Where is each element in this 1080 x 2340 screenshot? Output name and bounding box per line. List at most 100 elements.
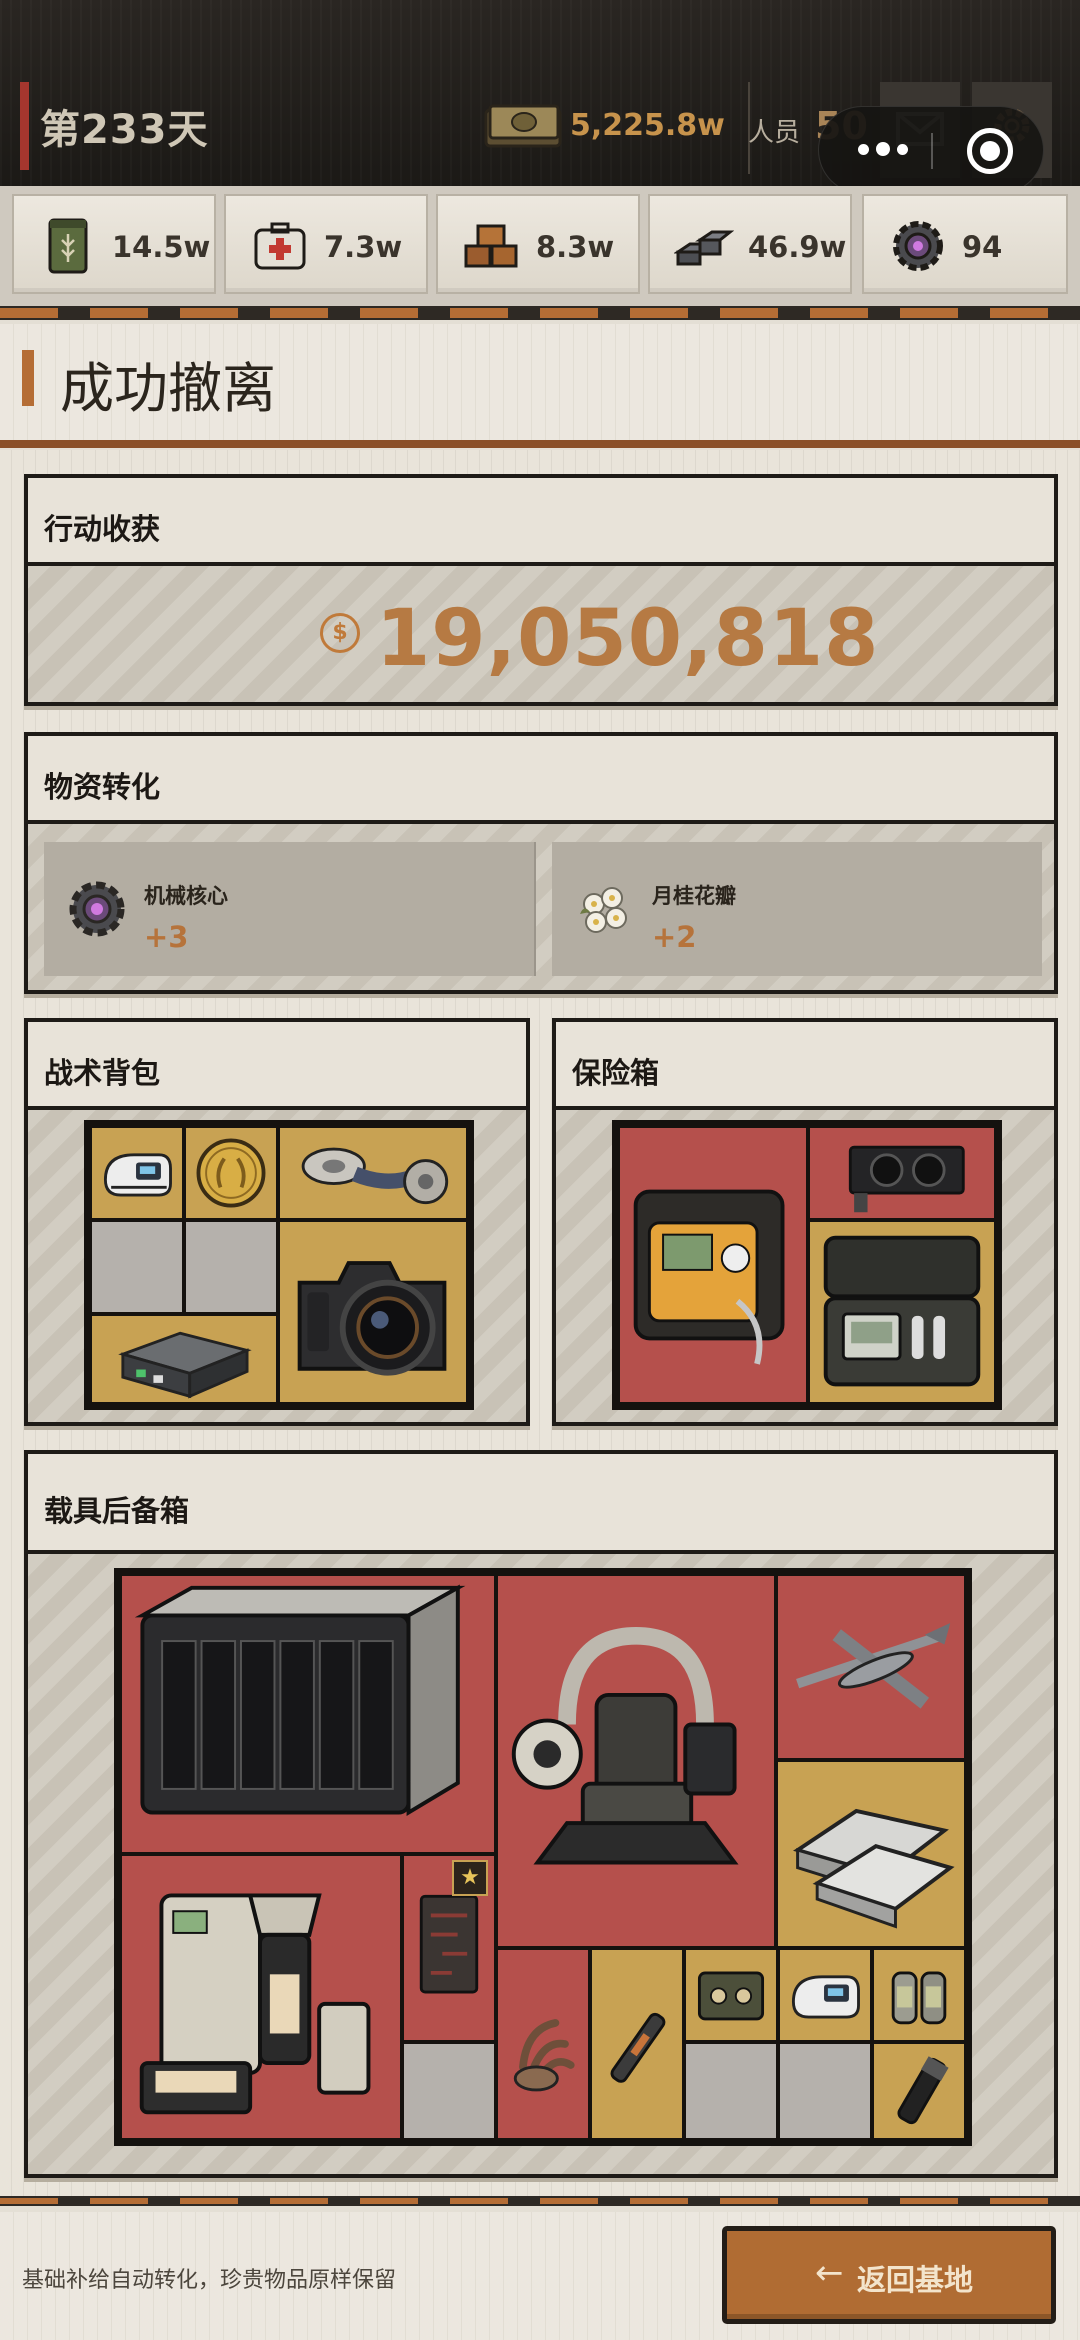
trunk-title: 载具后备箱	[44, 1494, 190, 1528]
resource-value: 94	[962, 230, 1003, 264]
resource-mech-core: 94	[862, 194, 1068, 294]
capsule-divider	[931, 133, 933, 169]
money-value: 5,225.8w	[570, 108, 725, 143]
gold-laurel-coin-icon	[196, 1138, 266, 1208]
hazard-stripe	[0, 2196, 1080, 2206]
inventory-slot[interactable]	[808, 1126, 996, 1220]
safe-title: 保险箱	[572, 1056, 660, 1090]
conversion-item-name: 机械核心	[144, 884, 228, 908]
title-accent-bar	[22, 350, 34, 406]
footer-note: 基础补给自动转化，珍贵物品原样保留	[22, 2268, 397, 2293]
backpack-grid	[84, 1120, 474, 1410]
mech-core-icon	[69, 881, 125, 937]
inventory-slot[interactable]	[872, 1948, 966, 2042]
resource-value: 8.3w	[536, 230, 615, 264]
backpack-panel: 战术背包	[24, 1018, 530, 1426]
conversion-item-amount: +3	[144, 920, 189, 954]
panel-header: 战术背包	[28, 1022, 526, 1110]
day-counter: 第233天	[40, 107, 209, 153]
safe-panel: 保险箱	[552, 1018, 1058, 1426]
trunk-grid: ★	[114, 1568, 972, 2146]
resource-wood: 8.3w	[436, 194, 640, 294]
safe-grid	[612, 1120, 1002, 1410]
inventory-slot[interactable]	[872, 2042, 966, 2140]
nas-server-icon	[134, 1584, 466, 1817]
coffee-machine-icon	[139, 1893, 371, 2115]
bandage-roll-icon	[301, 1147, 449, 1205]
more-dots-icon[interactable]	[843, 127, 923, 171]
inventory-slot[interactable]	[590, 1948, 684, 2140]
mech-chair-icon	[511, 1626, 739, 1865]
pulse-oximeter-icon	[791, 1975, 860, 2019]
rare-star-icon: ★	[452, 1860, 488, 1896]
conversion-item-amount: +2	[652, 920, 697, 954]
page-title: 成功撤离	[60, 357, 276, 420]
resource-value: 46.9w	[748, 230, 847, 264]
coin-icon: $	[320, 613, 360, 653]
inventory-slot[interactable]	[90, 1314, 278, 1404]
claw-icon	[513, 2019, 575, 2092]
panel-header: 载具后备箱	[28, 1454, 1054, 1554]
conversion-item: 月桂花瓣 +2	[552, 842, 1042, 976]
inventory-slot-empty[interactable]	[90, 1220, 184, 1314]
resource-ration: 14.5w	[12, 194, 216, 294]
inventory-slot[interactable]	[184, 1126, 278, 1220]
staff-label: 人员	[748, 118, 801, 148]
inventory-slot[interactable]	[684, 1948, 778, 2042]
inventory-slot[interactable]	[776, 1760, 966, 1948]
title-divider	[0, 440, 1080, 448]
earnings-value: 19,050,818	[376, 594, 880, 684]
close-target-icon[interactable]	[967, 128, 1013, 174]
inventory-slot-empty[interactable]	[402, 2042, 496, 2140]
cassette-icon	[697, 1971, 765, 2021]
inventory-slot[interactable]	[278, 1220, 468, 1404]
earnings-panel: 行动收获 $ 19,050,818	[24, 474, 1058, 706]
ration-can-icon	[48, 218, 88, 274]
return-base-label: 返回基地	[857, 2263, 974, 2297]
conversion-item-name: 月桂花瓣	[652, 884, 736, 908]
panel-header: 物资转化	[28, 736, 1054, 824]
medkit-icon	[254, 222, 306, 270]
return-base-button[interactable]: ← 返回基地	[722, 2226, 1056, 2324]
inventory-slot[interactable]: ★	[402, 1854, 496, 2042]
laurel-flower-icon	[580, 887, 627, 933]
dslr-camera-icon	[297, 1261, 447, 1376]
inventory-slot[interactable]	[778, 1948, 872, 2042]
day-accent-bar	[20, 82, 29, 170]
device-case-icon	[823, 1235, 981, 1387]
conversion-item: 机械核心 +3	[44, 842, 536, 976]
metal-plates-icon	[793, 1808, 955, 1929]
inventory-slot[interactable]	[496, 1948, 590, 2140]
panel-header: 行动收获	[28, 478, 1054, 566]
inventory-slot[interactable]	[120, 1854, 402, 2140]
inventory-slot[interactable]	[496, 1574, 776, 1948]
earnings-title: 行动收获	[44, 512, 161, 546]
arrow-left-icon: ←	[815, 2253, 844, 2293]
inventory-slot[interactable]	[278, 1126, 468, 1220]
drone-icon	[796, 1622, 951, 1709]
inventory-slot[interactable]	[120, 1574, 496, 1854]
flashlight-icon	[897, 2056, 949, 2125]
resource-metal: 46.9w	[648, 194, 852, 294]
mech-core-icon	[893, 221, 943, 271]
inventory-slot[interactable]	[90, 1126, 184, 1220]
conversion-title: 物资转化	[44, 770, 161, 804]
hazard-stripe	[0, 306, 1080, 320]
inventory-slot-empty[interactable]	[684, 2042, 778, 2140]
resource-value: 14.5w	[112, 230, 211, 264]
conversion-panel: 物资转化 机械核心 +3 月桂花瓣 +2	[24, 732, 1058, 994]
inventory-slot[interactable]	[808, 1220, 996, 1404]
graphics-card-icon	[848, 1145, 965, 1213]
defibrillator-case-icon	[633, 1189, 785, 1365]
inventory-slot[interactable]	[776, 1574, 966, 1760]
metal-ingots-icon	[674, 230, 734, 266]
inventory-slot-empty[interactable]	[778, 2042, 872, 2140]
pulse-oximeter-icon	[103, 1153, 172, 1197]
resource-medkit: 7.3w	[224, 194, 428, 294]
inventory-slot-empty[interactable]	[184, 1220, 278, 1314]
inventory-slot[interactable]	[618, 1126, 808, 1404]
router-box-icon	[118, 1331, 252, 1399]
wood-boxes-icon	[464, 224, 518, 268]
canisters-icon	[891, 1971, 947, 2025]
panel-header: 保险箱	[556, 1022, 1054, 1110]
